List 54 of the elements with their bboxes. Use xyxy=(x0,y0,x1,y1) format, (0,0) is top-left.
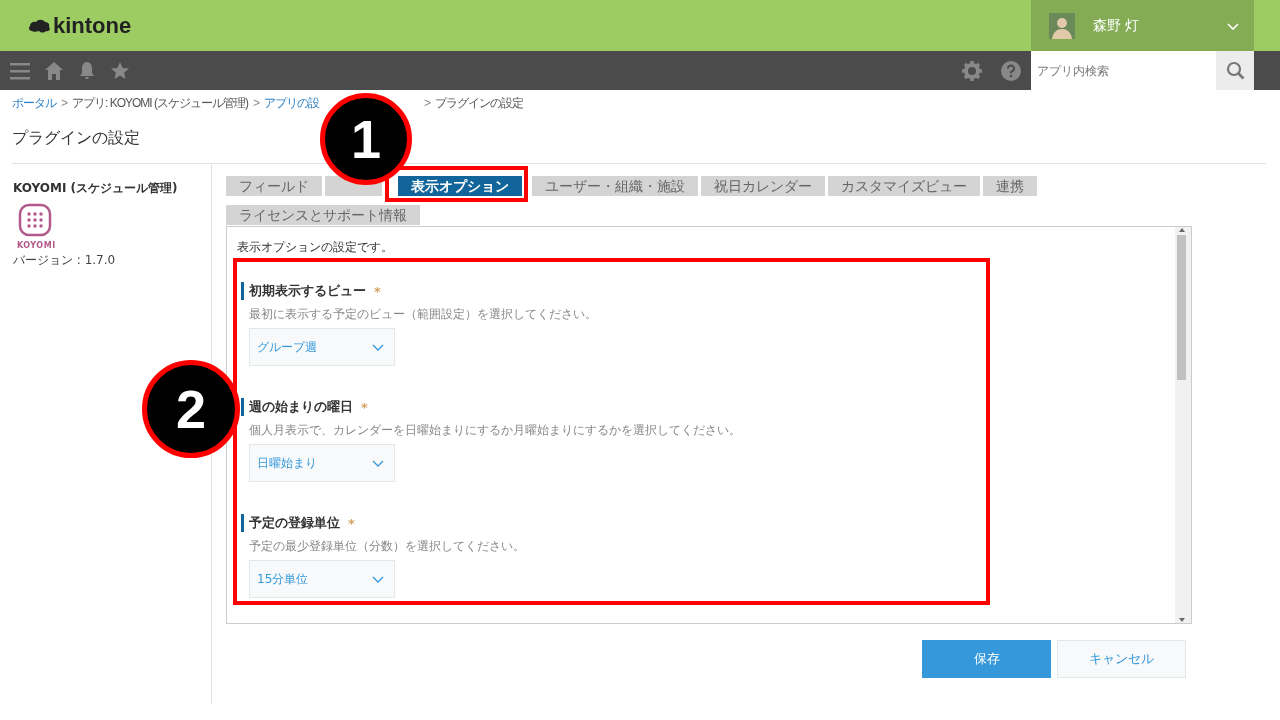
chevron-down-icon[interactable] xyxy=(372,342,384,352)
required-mark: * xyxy=(348,515,355,531)
select-field[interactable]: 日曜始まり xyxy=(249,444,395,482)
scroll-up-icon[interactable] xyxy=(1177,227,1186,233)
tab[interactable]: 連携 xyxy=(983,176,1037,196)
search-icon[interactable] xyxy=(1225,61,1245,80)
callout-number: 2 xyxy=(142,360,240,458)
home-icon[interactable] xyxy=(44,60,64,81)
select-field[interactable]: 15分単位 xyxy=(249,560,395,598)
help-icon[interactable] xyxy=(1001,60,1021,81)
tab[interactable]: ライセンスとサポート情報 xyxy=(226,205,420,225)
cloud-icon xyxy=(28,17,50,34)
breadcrumb-separator: > xyxy=(424,96,431,110)
tab[interactable]: 表示オプション xyxy=(398,176,522,196)
star-icon[interactable] xyxy=(110,61,130,80)
option-label: 週の始まりの曜日 xyxy=(249,398,353,416)
tab[interactable]: カスタマイズビュー xyxy=(828,176,980,196)
logo-text: kintone xyxy=(53,12,132,39)
plugin-logo-text: KOYOMI xyxy=(17,241,57,250)
chevron-down-icon[interactable] xyxy=(372,574,384,584)
bell-icon[interactable] xyxy=(78,61,96,80)
menu-icon[interactable] xyxy=(10,61,30,80)
option-label: 初期表示するビュー xyxy=(249,282,366,300)
select-field[interactable]: グループ週 xyxy=(249,328,395,366)
option-hint: 個人月表示で、カレンダーを日曜始まりにするか月曜始まりにするかを選択してください。 xyxy=(249,422,742,439)
option-label: 予定の登録単位 xyxy=(249,514,340,532)
panel-description: 表示オプションの設定です。 xyxy=(237,239,394,256)
breadcrumb-link[interactable]: アプリの設 xyxy=(264,94,320,112)
chevron-down-icon[interactable] xyxy=(372,458,384,468)
plugin-version: バージョン : 1.7.0 xyxy=(13,252,117,269)
breadcrumb-link[interactable]: ポータル xyxy=(12,94,56,112)
search-button[interactable] xyxy=(1216,51,1254,90)
callout-number: 1 xyxy=(320,93,412,185)
breadcrumb-separator: > xyxy=(61,96,67,110)
tab[interactable]: フィールド xyxy=(226,176,322,196)
calendar-grid-icon xyxy=(18,203,52,237)
tab[interactable]: ユーザー・組織・施設 xyxy=(532,176,698,196)
breadcrumb-item: プラグインの設定 xyxy=(435,94,524,112)
option-hint: 最初に表示する予定のビュー（範囲設定）を選択してください。 xyxy=(249,306,598,323)
required-mark: * xyxy=(361,399,368,415)
save-button[interactable]: 保存 xyxy=(922,640,1051,678)
avatar-icon[interactable] xyxy=(1049,12,1075,39)
tab[interactable]: 祝日カレンダー xyxy=(701,176,825,196)
required-mark: * xyxy=(374,283,381,299)
cancel-button[interactable]: キャンセル xyxy=(1057,640,1186,678)
scroll-down-icon[interactable] xyxy=(1177,617,1186,623)
chevron-down-icon[interactable] xyxy=(1226,20,1240,31)
option-hint: 予定の最少登録単位（分数）を選択してください。 xyxy=(249,538,526,555)
page-title: プラグインの設定 xyxy=(12,128,140,149)
plugin-name: KOYOMI (スケジュール管理) xyxy=(13,180,179,197)
breadcrumb-separator: > xyxy=(253,96,260,110)
scrollbar-thumb[interactable] xyxy=(1177,235,1186,380)
breadcrumb-item: アプリ: KOYOMI (スケジュール管理) xyxy=(72,94,248,112)
settings-icon[interactable] xyxy=(962,60,982,81)
